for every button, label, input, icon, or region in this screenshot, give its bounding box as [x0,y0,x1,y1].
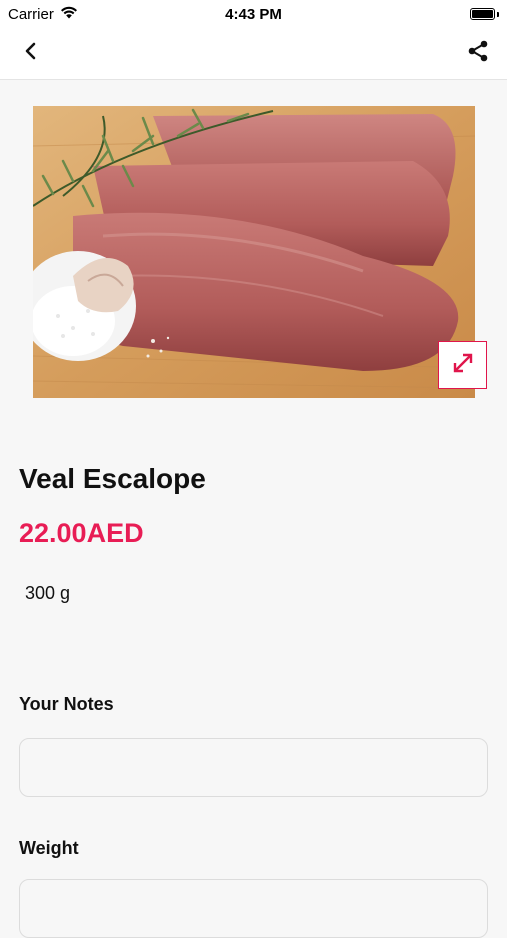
product-price: 22.00AED [19,518,144,548]
notes-label: Your Notes [19,694,114,714]
status-bar: Carrier 4:43 PM [0,0,507,28]
product-name: Veal Escalope [19,463,206,494]
share-button[interactable] [463,39,493,69]
wifi-icon [60,6,78,23]
weight-input[interactable] [19,879,488,938]
share-icon [466,39,490,68]
product-image[interactable] [33,106,475,398]
expand-image-button[interactable] [438,341,487,389]
notes-input[interactable] [19,738,488,797]
battery-icon [470,8,499,20]
back-button[interactable] [16,39,46,69]
weight-label: Weight [19,838,79,858]
chevron-left-icon [24,42,38,65]
nav-bar [0,28,507,80]
expand-arrows-icon [450,350,476,381]
carrier-label: Carrier [8,5,54,23]
status-left: Carrier [8,6,78,23]
product-quantity: 300 g [25,583,71,603]
